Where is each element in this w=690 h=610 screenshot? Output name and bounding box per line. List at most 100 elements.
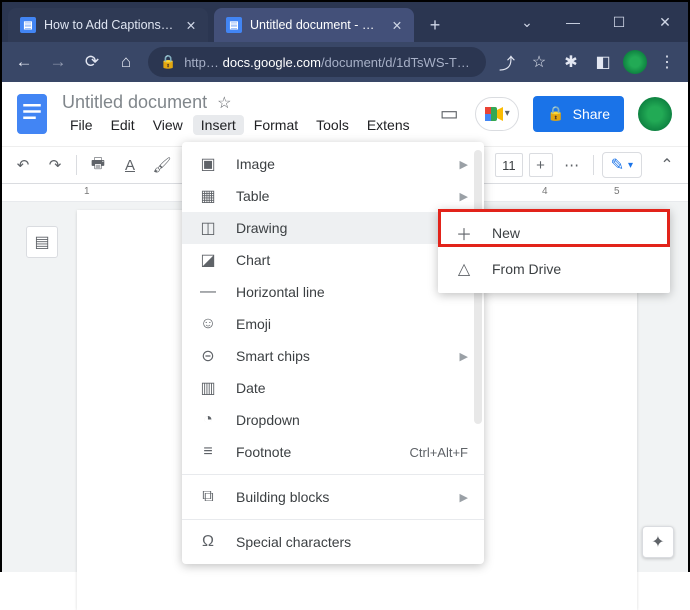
- ruler-tick: 1: [84, 186, 90, 197]
- back-button[interactable]: ←: [8, 46, 40, 78]
- menu-item-special-chars[interactable]: Ω Special characters: [182, 526, 484, 558]
- submenu-item-new[interactable]: ＋New: [438, 215, 670, 251]
- browser-tab-inactive[interactable]: ▤ How to Add Captions to Im… ✕: [8, 8, 208, 42]
- close-tab-icon[interactable]: ✕: [184, 18, 198, 33]
- menu-item-date[interactable]: ▥ Date: [182, 372, 484, 404]
- editing-mode-button[interactable]: ✎ ▾: [602, 152, 642, 178]
- submenu-item-from-drive[interactable]: △ From Drive: [438, 251, 670, 287]
- share-button[interactable]: 🔒 Share: [533, 96, 624, 132]
- menu-item-image[interactable]: ▣Image▶: [182, 148, 484, 180]
- menu-item-label: Building blocks: [236, 489, 329, 505]
- meet-button[interactable]: ▾: [475, 97, 519, 131]
- menu-tools[interactable]: Tools: [308, 115, 357, 135]
- explore-button[interactable]: ✦: [642, 526, 674, 558]
- menu-item-label: Emoji: [236, 316, 271, 332]
- separator: [593, 155, 594, 175]
- drawing-icon: ◫: [198, 218, 218, 238]
- table-icon: ▦: [198, 186, 218, 206]
- outline-toggle-icon[interactable]: ▤: [26, 226, 58, 258]
- docs-header: Untitled document ☆ File Edit View Inser…: [2, 82, 688, 146]
- url-path: /document/d/1dTsWS-Tk…: [321, 55, 474, 70]
- menu-item-label: Dropdown: [236, 412, 300, 428]
- menu-item-smart-chips[interactable]: ⊝Smart chips▶: [182, 340, 484, 372]
- tab-label: How to Add Captions to Im…: [44, 18, 176, 32]
- submenu-arrow-icon: ▶: [460, 158, 468, 171]
- star-icon[interactable]: ☆: [217, 93, 231, 113]
- menu-separator: [182, 474, 484, 475]
- menu-view[interactable]: View: [145, 115, 191, 135]
- docs-menubar: File Edit View Insert Format Tools Exten…: [62, 115, 418, 135]
- dropdown-icon: ◔: [198, 410, 218, 430]
- account-avatar[interactable]: [638, 97, 672, 131]
- menu-item-label: Date: [236, 380, 266, 396]
- menu-item-label: Special characters: [236, 534, 351, 550]
- window-dropdown[interactable]: ⌄: [504, 2, 550, 42]
- bookmark-star-icon[interactable]: ☆: [524, 47, 554, 77]
- menu-item-dropdown[interactable]: ◔ Dropdown: [182, 404, 484, 436]
- collapse-toolbar-icon[interactable]: ⌃: [654, 155, 680, 175]
- window-maximize[interactable]: ☐: [596, 2, 642, 42]
- window-controls: ⌄ — ☐ ✕: [504, 2, 688, 42]
- lock-icon: 🔒: [547, 105, 564, 122]
- address-field[interactable]: 🔒 https:// docs.google.com /document/d/1…: [148, 47, 486, 77]
- browser-tab-active[interactable]: ▤ Untitled document - Google… ✕: [214, 8, 414, 42]
- menu-edit[interactable]: Edit: [103, 115, 143, 135]
- profile-avatar-icon[interactable]: [620, 47, 650, 77]
- menu-item-footnote[interactable]: ≡FootnoteCtrl+Alt+F: [182, 436, 484, 468]
- paint-format-icon[interactable]: 🖌: [149, 152, 175, 178]
- print-icon[interactable]: 🖶: [85, 152, 111, 178]
- menu-item-label: Chart: [236, 252, 270, 268]
- drive-icon: △: [454, 259, 474, 279]
- submenu-arrow-icon: ▶: [460, 350, 468, 363]
- reload-button[interactable]: ⟳: [76, 46, 108, 78]
- menu-item-label: Horizontal line: [236, 284, 325, 300]
- extensions-icon[interactable]: ✱: [556, 47, 586, 77]
- chart-icon: ◪: [198, 250, 218, 270]
- ruler-tick: 4: [542, 186, 548, 197]
- url-host: docs.google.com: [223, 55, 321, 70]
- browser-menu-icon[interactable]: ⋮: [652, 47, 682, 77]
- docs-logo-icon[interactable]: [14, 90, 50, 138]
- tab-label: Untitled document - Google…: [250, 18, 382, 32]
- chevron-down-icon: ▾: [628, 160, 633, 171]
- doc-title[interactable]: Untitled document: [62, 92, 207, 113]
- calendar-icon: ▥: [198, 378, 218, 398]
- window-minimize[interactable]: —: [550, 2, 596, 42]
- forward-button[interactable]: →: [42, 46, 74, 78]
- spellcheck-icon[interactable]: A: [117, 152, 143, 178]
- menu-file[interactable]: File: [62, 115, 101, 135]
- new-tab-button[interactable]: +: [420, 10, 450, 40]
- footnote-icon: ≡: [198, 442, 218, 462]
- menu-separator: [182, 519, 484, 520]
- menu-item-label: From Drive: [492, 261, 561, 277]
- menu-item-emoji[interactable]: ☺Emoji: [182, 308, 484, 340]
- separator: [76, 155, 77, 175]
- font-size-plus[interactable]: +: [529, 153, 553, 177]
- menu-item-label: Drawing: [236, 220, 287, 236]
- share-page-icon[interactable]: ⤴: [492, 47, 522, 77]
- share-label: Share: [573, 106, 610, 122]
- menu-format[interactable]: Format: [246, 115, 306, 135]
- comments-icon[interactable]: ▭: [437, 102, 461, 126]
- browser-titlebar: ▤ How to Add Captions to Im… ✕ ▤ Untitle…: [2, 2, 688, 42]
- omega-icon: Ω: [198, 532, 218, 552]
- menu-item-building-blocks[interactable]: ⧉Building blocks▶: [182, 481, 484, 513]
- home-button[interactable]: ⌂: [110, 46, 142, 78]
- font-size-value: 11: [502, 158, 516, 173]
- window-close[interactable]: ✕: [642, 2, 688, 42]
- insert-menu-dropdown: ▣Image▶ ▦Table▶ ◫Drawing▶ ◪Chart▶ —Horiz…: [182, 142, 484, 564]
- docs-favicon: ▤: [20, 17, 36, 33]
- plus-icon: ＋: [454, 223, 474, 243]
- menu-item-table[interactable]: ▦Table▶: [182, 180, 484, 212]
- menu-extensions[interactable]: Extens: [359, 115, 418, 135]
- font-size-field[interactable]: 11: [495, 153, 523, 177]
- menu-insert[interactable]: Insert: [193, 115, 244, 135]
- browser-addressbar: ← → ⟳ ⌂ 🔒 https:// docs.google.com /docu…: [2, 42, 688, 82]
- sidepanel-icon[interactable]: ◧: [588, 47, 618, 77]
- close-tab-icon[interactable]: ✕: [390, 18, 404, 33]
- doc-title-wrap: Untitled document ☆ File Edit View Inser…: [62, 92, 418, 135]
- redo-icon[interactable]: ↷: [42, 152, 68, 178]
- chip-icon: ⊝: [198, 346, 218, 366]
- more-tools-icon[interactable]: ⋯: [559, 152, 585, 178]
- undo-icon[interactable]: ↶: [10, 152, 36, 178]
